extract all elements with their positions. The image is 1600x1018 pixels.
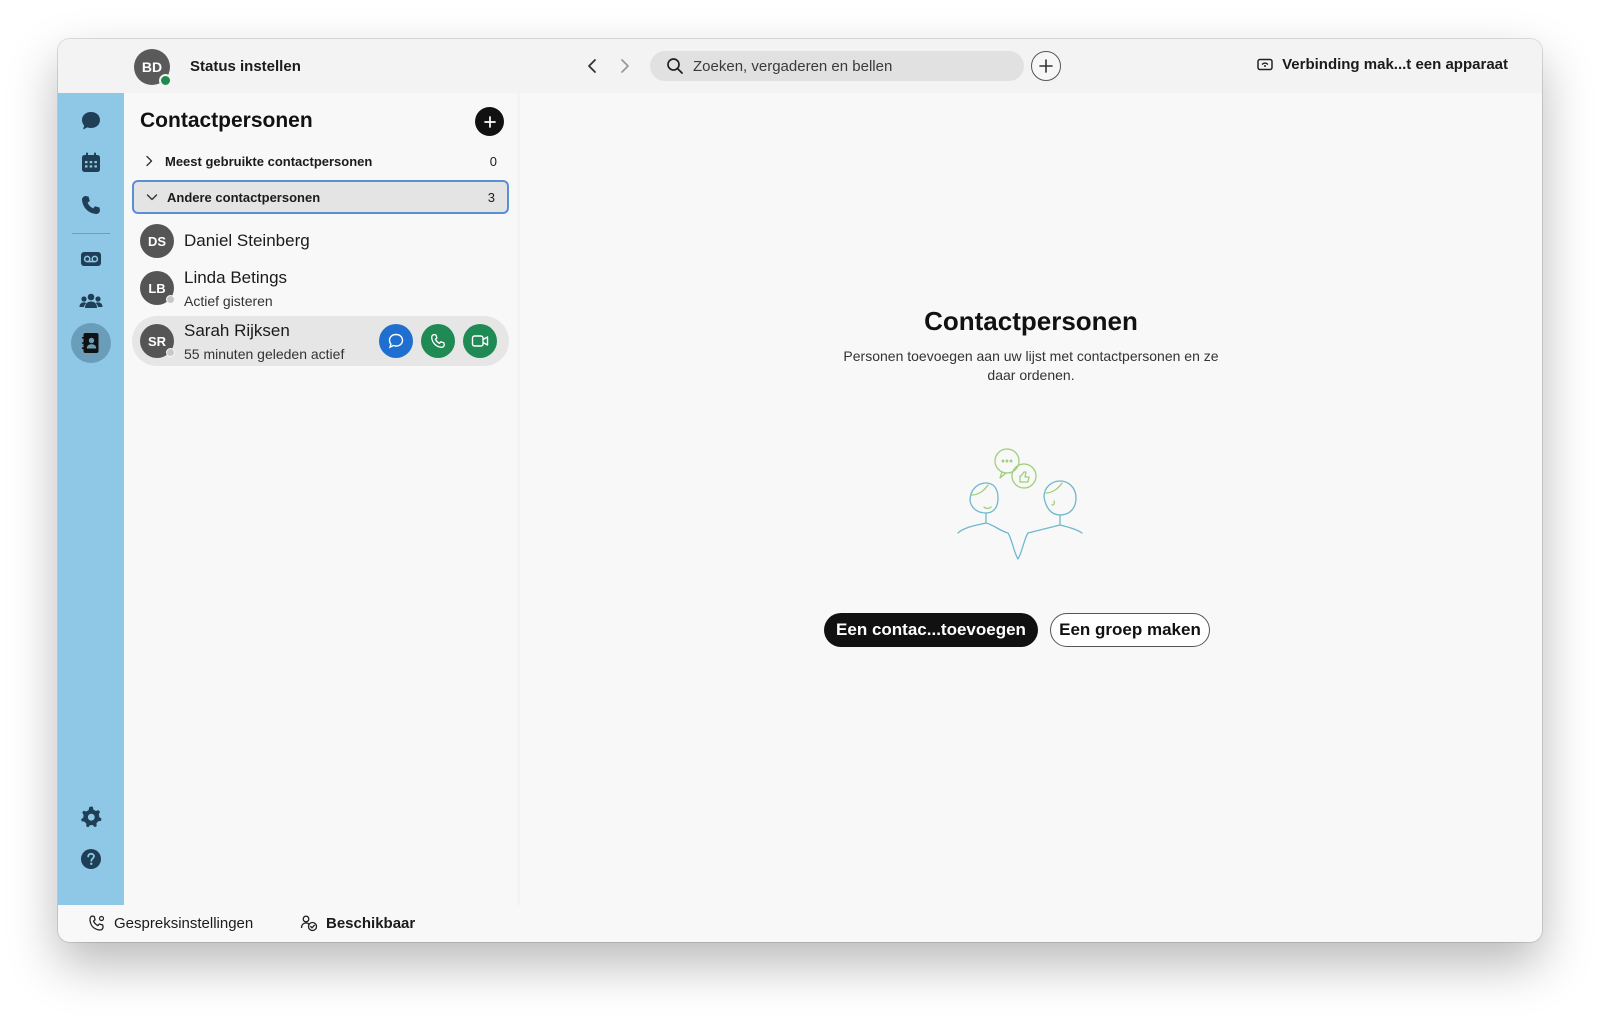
search-input[interactable] <box>693 57 993 75</box>
availability-button[interactable]: Beschikbaar <box>300 914 415 932</box>
contact-avatar: SR <box>140 324 175 358</box>
contacts-illustration <box>957 448 1083 560</box>
rail-item-voicemail[interactable] <box>71 239 111 279</box>
contact-row-sarah[interactable]: SR Sarah Rijksen 55 minuten geleden acti… <box>132 316 509 366</box>
navigation-rail <box>58 93 124 905</box>
rail-item-settings[interactable] <box>71 797 111 837</box>
device-icon <box>1257 58 1273 72</box>
contact-initials: SR <box>147 333 167 349</box>
group-count: 0 <box>489 153 497 169</box>
add-contact-primary-button[interactable]: Een contac...toevoegen <box>824 613 1038 647</box>
empty-state-description: Personen toevoegen aan uw lijst met cont… <box>843 348 1219 383</box>
rail-item-contacts[interactable] <box>71 323 111 363</box>
contact-status: Actief gisteren <box>184 292 273 309</box>
contact-status: 55 minuten geleden actief <box>184 345 345 362</box>
chevron-down-icon <box>146 192 160 202</box>
calendar-icon <box>82 152 100 172</box>
people-icon <box>79 293 103 308</box>
rail-item-teams[interactable] <box>71 281 111 321</box>
presence-indicator <box>166 295 175 304</box>
group-label: Meest gebruikte contactpersonen <box>165 153 373 169</box>
chevron-right-icon <box>621 59 629 73</box>
contact-name: Daniel Steinberg <box>184 231 310 250</box>
add-contact-button[interactable] <box>475 107 504 136</box>
contact-actions <box>379 324 497 358</box>
plus-icon <box>1039 59 1053 73</box>
rail-item-calling[interactable] <box>71 185 111 225</box>
phone-icon <box>82 196 100 214</box>
connect-device-button[interactable]: Verbinding mak...t een apparaat <box>1257 56 1508 73</box>
contact-avatar: DS <box>140 224 174 258</box>
contact-avatar: LB <box>140 271 175 305</box>
search-bar[interactable] <box>650 51 1024 81</box>
gear-icon <box>81 806 102 828</box>
new-action-button[interactable] <box>1031 51 1061 81</box>
presence-indicator <box>166 348 175 357</box>
empty-state-title: Contactpersonen <box>924 306 1138 336</box>
group-other-contacts[interactable]: Andere contactpersonen 3 <box>132 180 509 214</box>
voicemail-icon <box>81 252 101 266</box>
call-settings-label: Gespreksinstellingen <box>114 914 254 932</box>
set-status-button[interactable]: Status instellen <box>190 58 301 75</box>
presence-indicator <box>159 74 172 87</box>
connect-device-label: Verbinding mak...t een apparaat <box>1282 56 1508 73</box>
user-avatar-initials: BD <box>141 59 163 75</box>
group-frequent-contacts[interactable]: Meest gebruikte contactpersonen 0 <box>132 144 509 178</box>
rail-item-calendar[interactable] <box>71 143 111 183</box>
video-call-button[interactable] <box>463 324 497 358</box>
call-settings-button[interactable]: Gespreksinstellingen <box>88 914 253 932</box>
availability-icon <box>300 914 318 932</box>
plus-icon <box>483 115 496 128</box>
main-content: Contactpersonen Personen toevoegen aan u… <box>520 93 1542 905</box>
contacts-panel: Contactpersonen Meest gebruikte contactp… <box>124 93 517 905</box>
availability-label: Beschikbaar <box>326 914 416 932</box>
status-footer: Gespreksinstellingen Beschikbaar <box>58 905 1542 942</box>
contacts-panel-title: Contactpersonen <box>140 109 313 132</box>
search-icon <box>666 57 684 75</box>
phone-icon <box>431 333 445 348</box>
rail-item-help[interactable] <box>71 839 111 879</box>
create-group-button[interactable]: Een groep maken <box>1050 613 1210 647</box>
contact-row-daniel[interactable]: DS Daniel Steinberg <box>132 221 509 261</box>
chat-bubble-icon <box>388 333 404 349</box>
contacts-book-icon <box>81 333 99 353</box>
phone-settings-icon <box>88 914 106 932</box>
title-bar: BD Status instellen Verbinding mak...t e… <box>58 39 1542 93</box>
contact-initials: DS <box>147 233 167 249</box>
back-button[interactable] <box>581 55 603 77</box>
contact-initials: LB <box>148 280 166 296</box>
video-camera-icon <box>471 335 489 347</box>
group-count: 3 <box>487 189 495 205</box>
help-icon <box>81 849 101 869</box>
message-button[interactable] <box>379 324 413 358</box>
rail-item-messaging[interactable] <box>71 101 111 141</box>
contact-row-linda[interactable]: LB Linda Betings Actief gisteren <box>132 263 509 313</box>
contact-name: Linda Betings <box>184 267 288 287</box>
rail-divider <box>72 233 110 234</box>
user-avatar[interactable]: BD <box>134 49 172 87</box>
group-label: Andere contactpersonen <box>167 189 321 205</box>
app-window: BD Status instellen Verbinding mak...t e… <box>58 39 1542 942</box>
contact-name: Sarah Rijksen <box>184 320 290 340</box>
call-button[interactable] <box>421 324 455 358</box>
forward-button[interactable] <box>614 55 636 77</box>
chevron-right-icon <box>144 155 158 167</box>
chevron-left-icon <box>588 59 596 73</box>
chat-bubble-icon <box>82 112 100 130</box>
